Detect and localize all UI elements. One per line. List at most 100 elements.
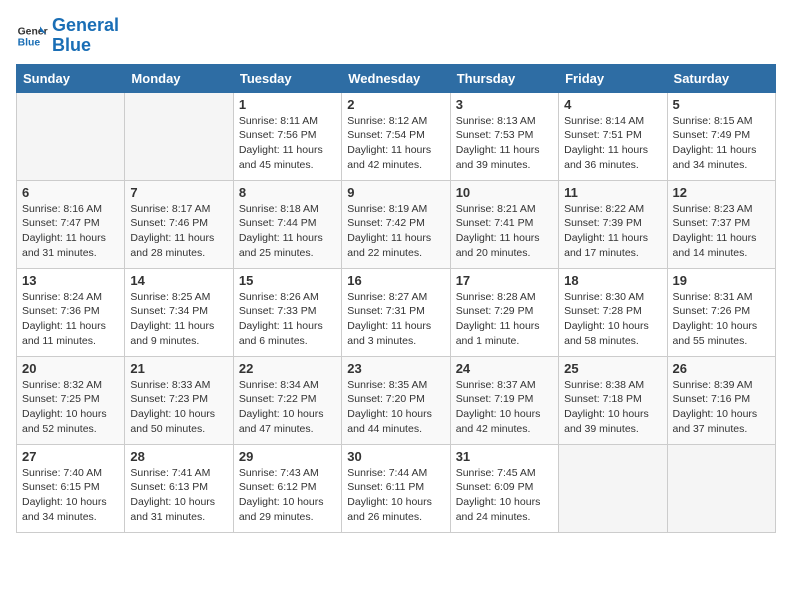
- day-cell: 31 Sunrise: 7:45 AM Sunset: 6:09 PM Dayli…: [450, 444, 558, 532]
- day-info: Sunrise: 8:26 AM Sunset: 7:33 PM Dayligh…: [239, 290, 336, 349]
- day-number: 6: [22, 185, 119, 200]
- day-cell: 7 Sunrise: 8:17 AM Sunset: 7:46 PM Daylig…: [125, 180, 233, 268]
- day-info: Sunrise: 7:45 AM Sunset: 6:09 PM Dayligh…: [456, 466, 553, 525]
- day-info: Sunrise: 8:15 AM Sunset: 7:49 PM Dayligh…: [673, 114, 770, 173]
- day-info: Sunrise: 8:13 AM Sunset: 7:53 PM Dayligh…: [456, 114, 553, 173]
- day-number: 1: [239, 97, 336, 112]
- logo-icon: General Blue: [16, 20, 48, 52]
- day-number: 10: [456, 185, 553, 200]
- day-cell: 29 Sunrise: 7:43 AM Sunset: 6:12 PM Dayli…: [233, 444, 341, 532]
- day-cell: 26 Sunrise: 8:39 AM Sunset: 7:16 PM Dayli…: [667, 356, 775, 444]
- header-cell-sunday: Sunday: [17, 64, 125, 92]
- day-cell: 6 Sunrise: 8:16 AM Sunset: 7:47 PM Daylig…: [17, 180, 125, 268]
- day-cell: 19 Sunrise: 8:31 AM Sunset: 7:26 PM Dayli…: [667, 268, 775, 356]
- day-info: Sunrise: 8:28 AM Sunset: 7:29 PM Dayligh…: [456, 290, 553, 349]
- day-info: Sunrise: 8:34 AM Sunset: 7:22 PM Dayligh…: [239, 378, 336, 437]
- day-number: 7: [130, 185, 227, 200]
- day-number: 27: [22, 449, 119, 464]
- page-header: General Blue GeneralBlue: [16, 16, 776, 56]
- header-cell-saturday: Saturday: [667, 64, 775, 92]
- calendar-table: SundayMondayTuesdayWednesdayThursdayFrid…: [16, 64, 776, 533]
- day-info: Sunrise: 8:38 AM Sunset: 7:18 PM Dayligh…: [564, 378, 661, 437]
- header-cell-tuesday: Tuesday: [233, 64, 341, 92]
- day-number: 18: [564, 273, 661, 288]
- day-info: Sunrise: 7:44 AM Sunset: 6:11 PM Dayligh…: [347, 466, 444, 525]
- day-number: 25: [564, 361, 661, 376]
- day-cell: 18 Sunrise: 8:30 AM Sunset: 7:28 PM Dayli…: [559, 268, 667, 356]
- header-cell-wednesday: Wednesday: [342, 64, 450, 92]
- day-info: Sunrise: 8:11 AM Sunset: 7:56 PM Dayligh…: [239, 114, 336, 173]
- day-info: Sunrise: 8:27 AM Sunset: 7:31 PM Dayligh…: [347, 290, 444, 349]
- day-number: 8: [239, 185, 336, 200]
- day-number: 21: [130, 361, 227, 376]
- day-cell: 4Sunrise: 8:14 AM Sunset: 7:51 PM Daylig…: [559, 92, 667, 180]
- logo: General Blue GeneralBlue: [16, 16, 119, 56]
- day-number: 5: [673, 97, 770, 112]
- day-number: 16: [347, 273, 444, 288]
- day-info: Sunrise: 8:33 AM Sunset: 7:23 PM Dayligh…: [130, 378, 227, 437]
- day-info: Sunrise: 8:14 AM Sunset: 7:51 PM Dayligh…: [564, 114, 661, 173]
- day-cell: 8 Sunrise: 8:18 AM Sunset: 7:44 PM Daylig…: [233, 180, 341, 268]
- day-number: 28: [130, 449, 227, 464]
- day-cell: 1 Sunrise: 8:11 AM Sunset: 7:56 PM Daylig…: [233, 92, 341, 180]
- day-cell: 24 Sunrise: 8:37 AM Sunset: 7:19 PM Dayli…: [450, 356, 558, 444]
- day-info: Sunrise: 8:22 AM Sunset: 7:39 PM Dayligh…: [564, 202, 661, 261]
- day-number: 31: [456, 449, 553, 464]
- day-cell: 10 Sunrise: 8:21 AM Sunset: 7:41 PM Dayli…: [450, 180, 558, 268]
- day-number: 23: [347, 361, 444, 376]
- day-info: Sunrise: 8:37 AM Sunset: 7:19 PM Dayligh…: [456, 378, 553, 437]
- day-info: Sunrise: 8:30 AM Sunset: 7:28 PM Dayligh…: [564, 290, 661, 349]
- day-number: 15: [239, 273, 336, 288]
- day-cell: 5 Sunrise: 8:15 AM Sunset: 7:49 PM Daylig…: [667, 92, 775, 180]
- day-number: 11: [564, 185, 661, 200]
- day-cell: 25 Sunrise: 8:38 AM Sunset: 7:18 PM Dayli…: [559, 356, 667, 444]
- day-number: 26: [673, 361, 770, 376]
- day-cell: 9 Sunrise: 8:19 AM Sunset: 7:42 PM Daylig…: [342, 180, 450, 268]
- day-info: Sunrise: 8:23 AM Sunset: 7:37 PM Dayligh…: [673, 202, 770, 261]
- day-info: Sunrise: 8:16 AM Sunset: 7:47 PM Dayligh…: [22, 202, 119, 261]
- day-cell: 21 Sunrise: 8:33 AM Sunset: 7:23 PM Dayli…: [125, 356, 233, 444]
- week-row-5: 27Sunrise: 7:40 AM Sunset: 6:15 PM Dayli…: [17, 444, 776, 532]
- week-row-4: 20 Sunrise: 8:32 AM Sunset: 7:25 PM Dayli…: [17, 356, 776, 444]
- week-row-1: 1 Sunrise: 8:11 AM Sunset: 7:56 PM Daylig…: [17, 92, 776, 180]
- svg-text:Blue: Blue: [18, 37, 41, 48]
- header-cell-friday: Friday: [559, 64, 667, 92]
- day-number: 9: [347, 185, 444, 200]
- day-cell: 12 Sunrise: 8:23 AM Sunset: 7:37 PM Dayli…: [667, 180, 775, 268]
- day-number: 14: [130, 273, 227, 288]
- day-cell: 13Sunrise: 8:24 AM Sunset: 7:36 PM Dayli…: [17, 268, 125, 356]
- day-number: 12: [673, 185, 770, 200]
- day-cell: 17 Sunrise: 8:28 AM Sunset: 7:29 PM Dayli…: [450, 268, 558, 356]
- day-cell: 28 Sunrise: 7:41 AM Sunset: 6:13 PM Dayli…: [125, 444, 233, 532]
- day-info: Sunrise: 7:41 AM Sunset: 6:13 PM Dayligh…: [130, 466, 227, 525]
- day-info: Sunrise: 8:21 AM Sunset: 7:41 PM Dayligh…: [456, 202, 553, 261]
- header-cell-monday: Monday: [125, 64, 233, 92]
- day-info: Sunrise: 8:17 AM Sunset: 7:46 PM Dayligh…: [130, 202, 227, 261]
- day-number: 3: [456, 97, 553, 112]
- day-number: 29: [239, 449, 336, 464]
- day-cell: [559, 444, 667, 532]
- day-info: Sunrise: 8:39 AM Sunset: 7:16 PM Dayligh…: [673, 378, 770, 437]
- day-number: 17: [456, 273, 553, 288]
- day-number: 20: [22, 361, 119, 376]
- day-info: Sunrise: 7:43 AM Sunset: 6:12 PM Dayligh…: [239, 466, 336, 525]
- logo-text: GeneralBlue: [52, 16, 119, 56]
- day-info: Sunrise: 8:25 AM Sunset: 7:34 PM Dayligh…: [130, 290, 227, 349]
- week-row-2: 6 Sunrise: 8:16 AM Sunset: 7:47 PM Daylig…: [17, 180, 776, 268]
- day-info: Sunrise: 8:31 AM Sunset: 7:26 PM Dayligh…: [673, 290, 770, 349]
- day-cell: [17, 92, 125, 180]
- day-number: 24: [456, 361, 553, 376]
- day-number: 19: [673, 273, 770, 288]
- day-info: Sunrise: 8:19 AM Sunset: 7:42 PM Dayligh…: [347, 202, 444, 261]
- day-cell: 22Sunrise: 8:34 AM Sunset: 7:22 PM Dayli…: [233, 356, 341, 444]
- day-info: Sunrise: 8:35 AM Sunset: 7:20 PM Dayligh…: [347, 378, 444, 437]
- day-info: Sunrise: 8:18 AM Sunset: 7:44 PM Dayligh…: [239, 202, 336, 261]
- day-number: 2: [347, 97, 444, 112]
- day-info: Sunrise: 8:32 AM Sunset: 7:25 PM Dayligh…: [22, 378, 119, 437]
- day-cell: 11 Sunrise: 8:22 AM Sunset: 7:39 PM Dayli…: [559, 180, 667, 268]
- header-row: SundayMondayTuesdayWednesdayThursdayFrid…: [17, 64, 776, 92]
- day-cell: 20 Sunrise: 8:32 AM Sunset: 7:25 PM Dayli…: [17, 356, 125, 444]
- day-cell: 23 Sunrise: 8:35 AM Sunset: 7:20 PM Dayli…: [342, 356, 450, 444]
- day-cell: 30Sunrise: 7:44 AM Sunset: 6:11 PM Dayli…: [342, 444, 450, 532]
- day-number: 13: [22, 273, 119, 288]
